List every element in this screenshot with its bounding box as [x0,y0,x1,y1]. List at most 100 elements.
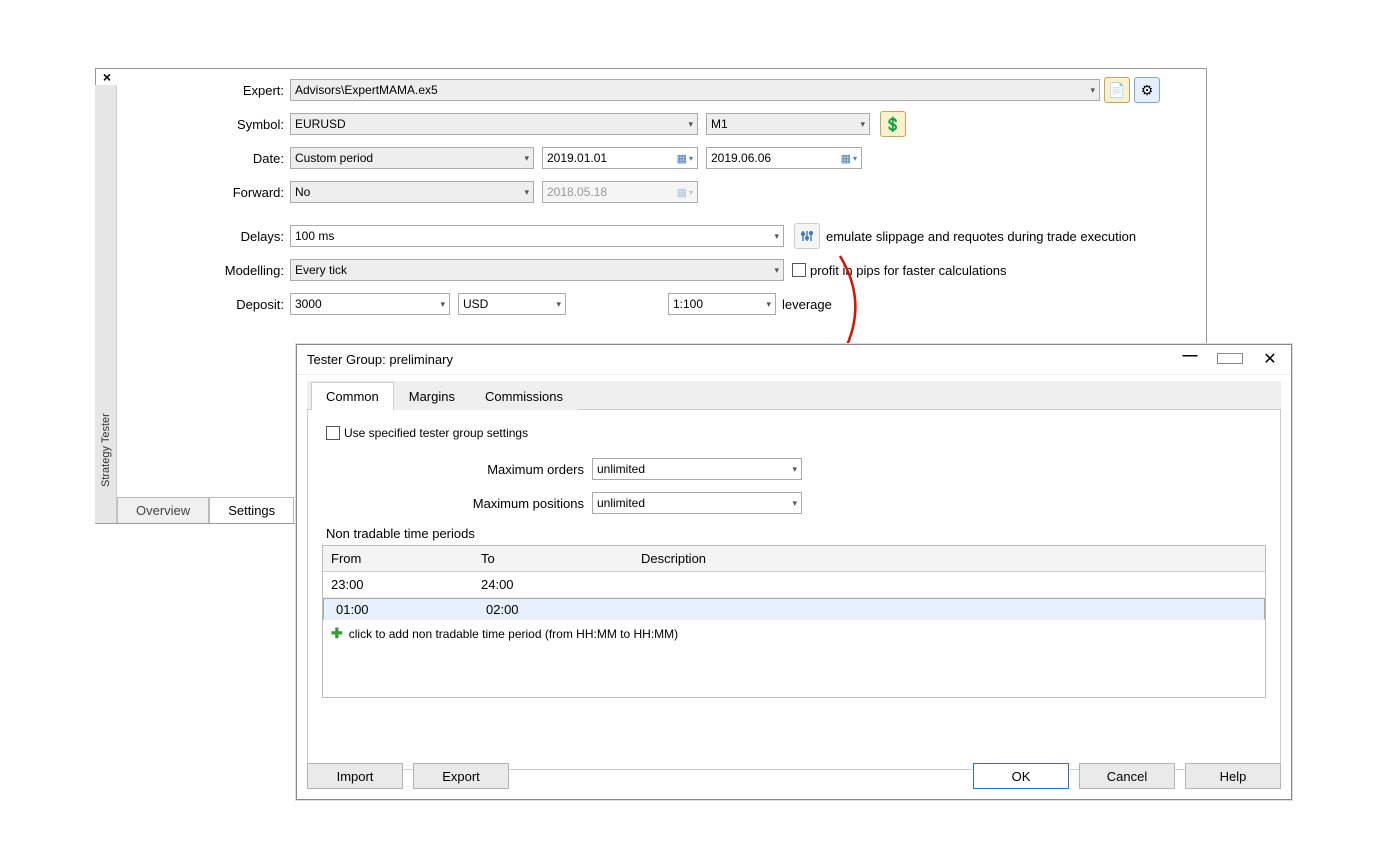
leverage-hint: leverage [782,297,832,312]
chevron-down-icon: ▾ [792,498,797,509]
tab-margins[interactable]: Margins [394,382,470,410]
modelling-select[interactable]: Every tick ▾ [290,259,784,281]
symbol-info-icon[interactable]: 💲 [880,111,906,137]
use-group-settings-checkbox[interactable] [326,426,340,440]
close-icon[interactable]: ✕ [1257,349,1283,369]
use-group-settings-label: Use specified tester group settings [344,426,528,440]
profit-pips-checkbox[interactable] [792,263,806,277]
date-label: Date: [118,151,290,166]
max-orders-select[interactable]: unlimited ▾ [592,458,802,480]
chevron-down-icon: ▾ [524,153,529,164]
symbol-value: EURUSD [295,117,346,131]
sliders-icon[interactable] [794,223,820,249]
tab-settings[interactable]: Settings [209,497,294,523]
cell-desc [633,572,1265,597]
timeframe-value: M1 [711,117,728,131]
tab-commissions[interactable]: Commissions [470,382,578,410]
cell-to: 24:00 [473,572,633,597]
table-row[interactable]: 01:00 02:00 [323,598,1265,620]
date-period-value: Custom period [295,151,373,165]
chevron-down-icon: ▾ [1090,85,1095,96]
import-button[interactable]: Import [307,763,403,789]
deposit-label: Deposit: [118,297,290,312]
cell-desc [638,604,1260,614]
forward-value: No [295,185,310,199]
table-header-from[interactable]: From [323,546,473,571]
chevron-down-icon: ▾ [774,265,779,276]
leverage-value: 1:100 [673,297,703,311]
max-positions-select[interactable]: unlimited ▾ [592,492,802,514]
table-header-to[interactable]: To [473,546,633,571]
chevron-down-icon: ▾ [766,299,771,310]
max-positions-label: Maximum positions [322,496,592,511]
dialog-title: Tester Group: preliminary [297,345,1291,375]
dialog-tabs: Common Margins Commissions [307,381,1281,410]
forward-date-input: 2018.05.18 ▦▾ [542,181,698,203]
delays-select[interactable]: 100 ms ▾ [290,225,784,247]
tab-overview[interactable]: Overview [117,497,209,523]
non-tradable-section-label: Non tradable time periods [326,526,1266,541]
max-positions-value: unlimited [597,496,645,510]
deposit-currency-select[interactable]: USD ▾ [458,293,566,315]
maximize-icon[interactable] [1217,349,1243,369]
timeframe-select[interactable]: M1 ▾ [706,113,870,135]
calendar-icon[interactable]: ▦▾ [677,152,693,165]
add-row[interactable]: ✚ click to add non tradable time period … [323,620,1265,647]
chevron-down-icon: ▾ [792,464,797,475]
deposit-amount-value: 3000 [295,297,322,311]
max-orders-value: unlimited [597,462,645,476]
chevron-down-icon: ▾ [524,187,529,198]
ok-button[interactable]: OK [973,763,1069,789]
calendar-icon: ▦▾ [677,186,693,199]
table-header-desc[interactable]: Description [633,546,1265,571]
delays-label: Delays: [118,229,290,244]
expert-label: Expert: [118,83,290,98]
symbol-select[interactable]: EURUSD ▾ [290,113,698,135]
add-row-hint: click to add non tradable time period (f… [349,627,678,641]
export-button[interactable]: Export [413,763,509,789]
settings-gear-icon[interactable]: ⚙ [1134,77,1160,103]
tester-group-dialog: Tester Group: preliminary — ✕ Common Mar… [296,344,1292,800]
cell-from: 23:00 [323,572,473,597]
calendar-icon[interactable]: ▦▾ [841,152,857,165]
bottom-tabs: Overview Settings [117,494,294,523]
cell-to: 02:00 [478,597,638,622]
date-to-value: 2019.06.06 [711,151,771,165]
delays-hint: emulate slippage and requotes during tra… [826,229,1136,244]
date-to-input[interactable]: 2019.06.06 ▦▾ [706,147,862,169]
leverage-select[interactable]: 1:100 ▾ [668,293,776,315]
max-orders-label: Maximum orders [322,462,592,477]
form-area: Expert: Advisors\ExpertMAMA.ex5 ▾ 📄 ⚙ Sy… [118,75,1204,323]
date-from-value: 2019.01.01 [547,151,607,165]
date-period-select[interactable]: Custom period ▾ [290,147,534,169]
plus-icon: ✚ [331,625,343,642]
cancel-button[interactable]: Cancel [1079,763,1175,789]
vertical-tab-label[interactable]: Strategy Tester [95,390,117,510]
forward-select[interactable]: No ▾ [290,181,534,203]
modelling-value: Every tick [295,263,347,277]
modelling-hint: profit in pips for faster calculations [810,263,1007,278]
chevron-down-icon: ▾ [688,119,693,130]
symbol-label: Symbol: [118,117,290,132]
minimize-icon[interactable]: — [1177,347,1203,367]
chevron-down-icon: ▾ [860,119,865,130]
chevron-down-icon: ▾ [556,299,561,310]
forward-date-value: 2018.05.18 [547,185,607,199]
expert-select[interactable]: Advisors\ExpertMAMA.ex5 ▾ [290,79,1100,101]
table-row[interactable]: 23:00 24:00 [323,572,1265,598]
cell-from: 01:00 [328,597,478,622]
deposit-currency-value: USD [463,297,488,311]
forward-label: Forward: [118,185,290,200]
non-tradable-table: From To Description 23:00 24:00 01:00 02… [322,545,1266,698]
open-file-icon[interactable]: 📄 [1104,77,1130,103]
delays-value: 100 ms [295,229,334,243]
deposit-amount-select[interactable]: 3000 ▾ [290,293,450,315]
chevron-down-icon: ▾ [440,299,445,310]
expert-value: Advisors\ExpertMAMA.ex5 [295,83,438,97]
panel-close-icon[interactable]: × [99,70,115,86]
tab-common[interactable]: Common [311,382,394,410]
date-from-input[interactable]: 2019.01.01 ▦▾ [542,147,698,169]
help-button[interactable]: Help [1185,763,1281,789]
modelling-label: Modelling: [118,263,290,278]
chevron-down-icon: ▾ [774,231,779,242]
